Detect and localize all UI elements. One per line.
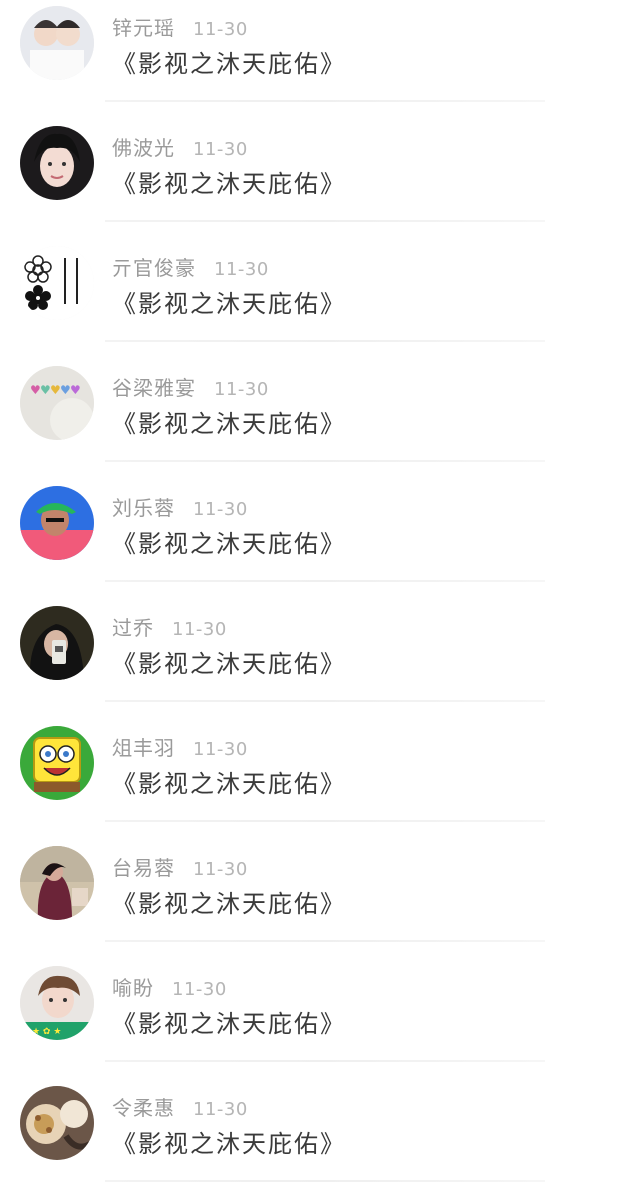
date: 11-30 (193, 739, 248, 760)
avatar[interactable] (20, 486, 94, 560)
avatar[interactable]: ★ ✿ ★ (20, 966, 94, 1040)
avatar[interactable] (20, 6, 94, 80)
date: 11-30 (214, 259, 269, 280)
list-item[interactable]: 锌元瑶 11-30 《影视之沐天庇佑》 (0, 0, 640, 102)
avatar[interactable] (20, 246, 94, 320)
list-item[interactable]: 刘乐蓉 11-30 《影视之沐天庇佑》 (0, 462, 640, 582)
list-item[interactable]: 令柔惠 11-30 《影视之沐天庇佑》 (0, 1062, 640, 1182)
list-item[interactable]: 佛波光 11-30 《影视之沐天庇佑》 (0, 102, 640, 222)
date: 11-30 (193, 139, 248, 160)
content-title[interactable]: 《影视之沐天庇佑》 (112, 284, 346, 319)
list-item[interactable]: 台易蓉 11-30 《影视之沐天庇佑》 (0, 822, 640, 942)
girl-phone-selfie-icon (20, 606, 94, 680)
divider (105, 1180, 545, 1182)
content-title[interactable]: 《影视之沐天庇佑》 (112, 1124, 346, 1159)
content-title[interactable]: 《影视之沐天庇佑》 (112, 764, 346, 799)
comment-list: 锌元瑶 11-30 《影视之沐天庇佑》 佛波光 11-30 《影视之沐天庇佑》 (0, 0, 640, 1184)
user-name[interactable]: 刘乐蓉 (112, 492, 175, 521)
avatar[interactable] (20, 1086, 94, 1160)
content-title[interactable]: 《影视之沐天庇佑》 (112, 404, 346, 439)
hearts-sand-photo-icon: ♥ ♥ ♥ ♥ ♥ (20, 366, 94, 440)
date: 11-30 (193, 499, 248, 520)
girl-face-sticker-icon: ★ ✿ ★ (20, 966, 94, 1040)
list-item[interactable]: ♥ ♥ ♥ ♥ ♥ 谷梁雅宴 11-30 《影视之沐天庇佑》 (0, 342, 640, 462)
date: 11-30 (193, 859, 248, 880)
user-name[interactable]: 谷梁雅宴 (112, 372, 196, 401)
user-name[interactable]: 过乔 (112, 612, 154, 641)
food-photo-icon (20, 1086, 94, 1160)
avatar[interactable] (20, 606, 94, 680)
list-item[interactable]: ★ ✿ ★ 喻盼 11-30 《影视之沐天庇佑》 (0, 942, 640, 1062)
boy-cap-sky-icon (20, 486, 94, 560)
user-name[interactable]: 佛波光 (112, 132, 175, 161)
content-title[interactable]: 《影视之沐天庇佑》 (112, 884, 346, 919)
content-title[interactable]: 《影视之沐天庇佑》 (112, 644, 346, 679)
girl-portrait-icon (20, 126, 94, 200)
user-name[interactable]: 台易蓉 (112, 852, 175, 881)
date: 11-30 (193, 19, 248, 40)
user-name[interactable]: 锌元瑶 (112, 12, 175, 41)
avatar[interactable] (20, 846, 94, 920)
user-name[interactable]: 令柔惠 (112, 1092, 175, 1121)
list-item[interactable]: 过乔 11-30 《影视之沐天庇佑》 (0, 582, 640, 702)
content-title[interactable]: 《影视之沐天庇佑》 (112, 524, 346, 559)
user-name[interactable]: 亓官俊豪 (112, 252, 196, 281)
list-item[interactable]: 亓官俊豪 11-30 《影视之沐天庇佑》 (0, 222, 640, 342)
avatar[interactable] (20, 726, 94, 800)
date: 11-30 (172, 619, 227, 640)
spongebob-cartoon-icon (20, 726, 94, 800)
content-title[interactable]: 《影视之沐天庇佑》 (112, 44, 346, 79)
user-name[interactable]: 喻盼 (112, 972, 154, 1001)
two-people-photo-icon (20, 6, 94, 80)
flower-text-graphic-icon (20, 246, 94, 320)
date: 11-30 (172, 979, 227, 1000)
avatar[interactable] (20, 126, 94, 200)
girl-sitting-photo-icon (20, 846, 94, 920)
list-item[interactable]: 俎丰羽 11-30 《影视之沐天庇佑》 (0, 702, 640, 822)
content-title[interactable]: 《影视之沐天庇佑》 (112, 1004, 346, 1039)
content-title[interactable]: 《影视之沐天庇佑》 (112, 164, 346, 199)
svg-text:★ ✿ ★: ★ ✿ ★ (32, 1027, 61, 1037)
date: 11-30 (214, 379, 269, 400)
avatar[interactable]: ♥ ♥ ♥ ♥ ♥ (20, 366, 94, 440)
user-name[interactable]: 俎丰羽 (112, 732, 175, 761)
date: 11-30 (193, 1099, 248, 1120)
svg-text:♥: ♥ (70, 383, 81, 397)
